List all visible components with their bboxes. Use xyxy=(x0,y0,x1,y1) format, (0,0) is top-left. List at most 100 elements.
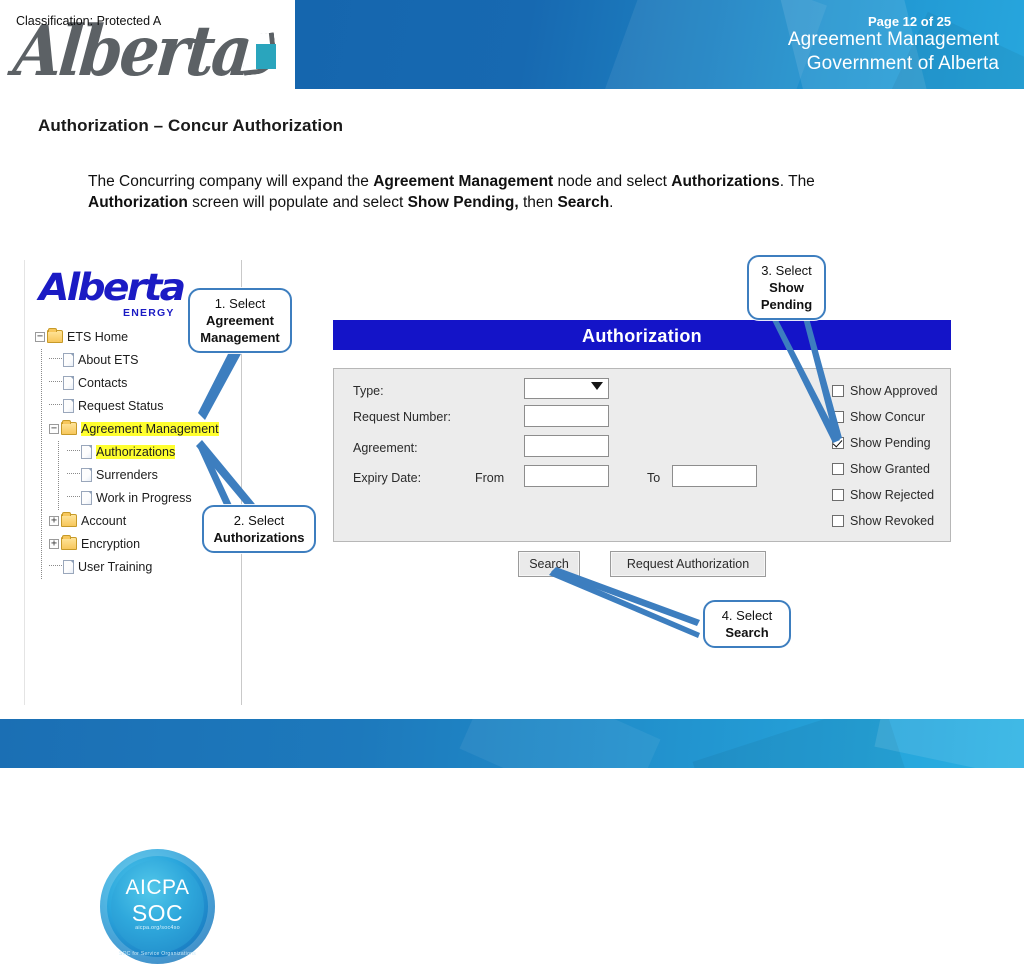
tree-connector xyxy=(49,381,62,383)
header-title-line2: Government of Alberta xyxy=(806,53,999,75)
type-select[interactable] xyxy=(524,378,609,399)
seal-arc-text: SOC for Service Organizations xyxy=(118,951,197,957)
checkbox-show-revoked[interactable]: Show Revoked xyxy=(832,514,934,528)
expiry-date-label: Expiry Date: xyxy=(353,471,422,485)
tree-item-authorizations[interactable]: Authorizations xyxy=(33,441,239,464)
tree-item-user-training[interactable]: User Training xyxy=(33,556,239,579)
collapse-icon[interactable]: − xyxy=(35,331,45,342)
text-run: . xyxy=(609,194,614,212)
footer-facet-1 xyxy=(459,719,661,768)
tree-connector xyxy=(49,565,62,567)
tree-item-agreement-management[interactable]: − Agreement Management xyxy=(33,418,239,441)
tree-connector xyxy=(67,496,80,498)
request-number-input[interactable] xyxy=(524,405,609,427)
callout-3-target2: Pending xyxy=(760,297,813,313)
callout-2-number: 2. Select xyxy=(233,513,285,528)
text-run: The Concurring company will expand the xyxy=(88,173,374,190)
tree-guide-line xyxy=(58,441,59,510)
page-footer xyxy=(0,719,1024,768)
page-icon xyxy=(63,398,74,413)
page-title: Authorization – Concur Authorization xyxy=(38,116,344,135)
callout-1-number: 1. Select xyxy=(214,296,266,311)
tree-item-label: Account xyxy=(81,514,127,528)
text-run: node and select xyxy=(553,173,672,190)
folder-icon xyxy=(47,328,63,344)
tree-item-label: Contacts xyxy=(78,376,128,390)
tree-item-request-status[interactable]: Request Status xyxy=(33,395,239,418)
expand-icon[interactable]: + xyxy=(49,538,59,549)
checkbox-icon[interactable] xyxy=(832,514,844,527)
callout-3-number: 3. Select xyxy=(761,263,812,278)
agreement-input[interactable] xyxy=(524,435,609,457)
agreement-label: Agreement: xyxy=(353,441,418,455)
checkbox-label: Show Approved xyxy=(850,384,938,398)
checkbox-show-rejected[interactable]: Show Rejected xyxy=(832,488,934,502)
alberta-teal-block-icon xyxy=(256,44,276,69)
tree-item-label: Request Status xyxy=(78,399,164,413)
tree-item-label: Authorizations xyxy=(96,445,176,459)
to-label: To xyxy=(647,471,661,485)
page-number-label: Page 12 of 25 xyxy=(868,14,952,29)
expand-icon[interactable]: + xyxy=(49,515,59,526)
request-number-label: Request Number: xyxy=(353,410,451,424)
header-title: Agreement Management Government of Alber… xyxy=(788,28,999,77)
collapse-icon[interactable]: − xyxy=(49,423,59,434)
request-authorization-button[interactable]: Request Authorization xyxy=(610,551,766,577)
expiry-to-input[interactable] xyxy=(672,465,757,487)
seal-url-text: aicpa.org/soc4so xyxy=(135,925,180,931)
tree-connector xyxy=(67,473,80,475)
chevron-down-icon xyxy=(591,382,603,390)
tree-item-label: Surrenders xyxy=(96,468,158,482)
text-run: then xyxy=(518,194,558,212)
tree-item-contacts[interactable]: Contacts xyxy=(33,372,239,395)
callout-4: 4. Select Search xyxy=(703,600,791,649)
checkbox-icon[interactable] xyxy=(832,384,844,397)
page-icon xyxy=(81,444,92,459)
authorization-title-bar: Authorization xyxy=(333,320,951,350)
search-button[interactable]: Search xyxy=(518,551,580,577)
checkbox-checked-icon[interactable] xyxy=(832,436,844,449)
text-run: screen will populate and select xyxy=(187,194,408,212)
callout-1-target2: Management xyxy=(200,330,280,346)
seal-aicpa-text: AICPA xyxy=(125,876,190,899)
checkbox-icon[interactable] xyxy=(832,488,844,501)
callout-2-target: Authorizations xyxy=(213,530,305,546)
callout-1: 1. Select Agreement Management xyxy=(188,288,292,354)
callout-2: 2. Select Authorizations xyxy=(202,505,316,554)
checkbox-icon[interactable] xyxy=(832,410,844,423)
checkbox-show-pending[interactable]: Show Pending xyxy=(832,436,931,450)
tree-connector xyxy=(49,358,62,360)
tree-item-label: Work in Progress xyxy=(96,491,192,505)
page-icon xyxy=(63,352,74,367)
checkbox-label: Show Granted xyxy=(850,462,930,476)
alberta-energy-logo: Alberta ENERGY xyxy=(39,266,189,322)
alberta-energy-subtitle: ENERGY xyxy=(123,307,175,319)
text-run-bold: Show Pending, xyxy=(407,194,519,212)
instruction-paragraph: The Concurring company will expand the A… xyxy=(88,171,898,213)
checkbox-show-concur[interactable]: Show Concur xyxy=(832,410,925,424)
tree-item-surrenders[interactable]: Surrenders xyxy=(33,464,239,487)
text-run-bold: Authorization xyxy=(88,194,188,212)
callout-1-target: Agreement xyxy=(206,313,274,329)
page-icon xyxy=(63,559,74,574)
seal-soc-text: SOC xyxy=(131,900,184,926)
tree-item-label: User Training xyxy=(78,560,153,574)
text-run-bold: Search xyxy=(557,194,610,212)
checkbox-show-granted[interactable]: Show Granted xyxy=(832,462,930,476)
authorization-search-form: Type: Request Number: Agreement: Expiry … xyxy=(333,368,951,542)
tree-guide-line xyxy=(41,349,42,510)
checkbox-icon[interactable] xyxy=(832,462,844,475)
tree-item-label: Encryption xyxy=(81,537,141,551)
checkbox-label: Show Pending xyxy=(850,436,931,450)
checkbox-label: Show Rejected xyxy=(850,488,935,502)
header-title-line1: Agreement Management xyxy=(787,29,999,50)
text-run-bold: Authorizations xyxy=(671,173,780,190)
checkbox-show-approved[interactable]: Show Approved xyxy=(832,384,938,398)
expiry-from-input[interactable] xyxy=(524,465,609,487)
callout-3: 3. Select Show Pending xyxy=(747,255,826,321)
authorization-title: Authorization xyxy=(582,326,702,346)
from-label: From xyxy=(475,471,505,485)
aicpa-soc-seal: AICPA SOC aicpa.org/soc4so SOC for Servi… xyxy=(100,849,215,964)
classification-label: Classification: Protected A xyxy=(16,14,162,28)
arrow-4b xyxy=(549,570,700,638)
